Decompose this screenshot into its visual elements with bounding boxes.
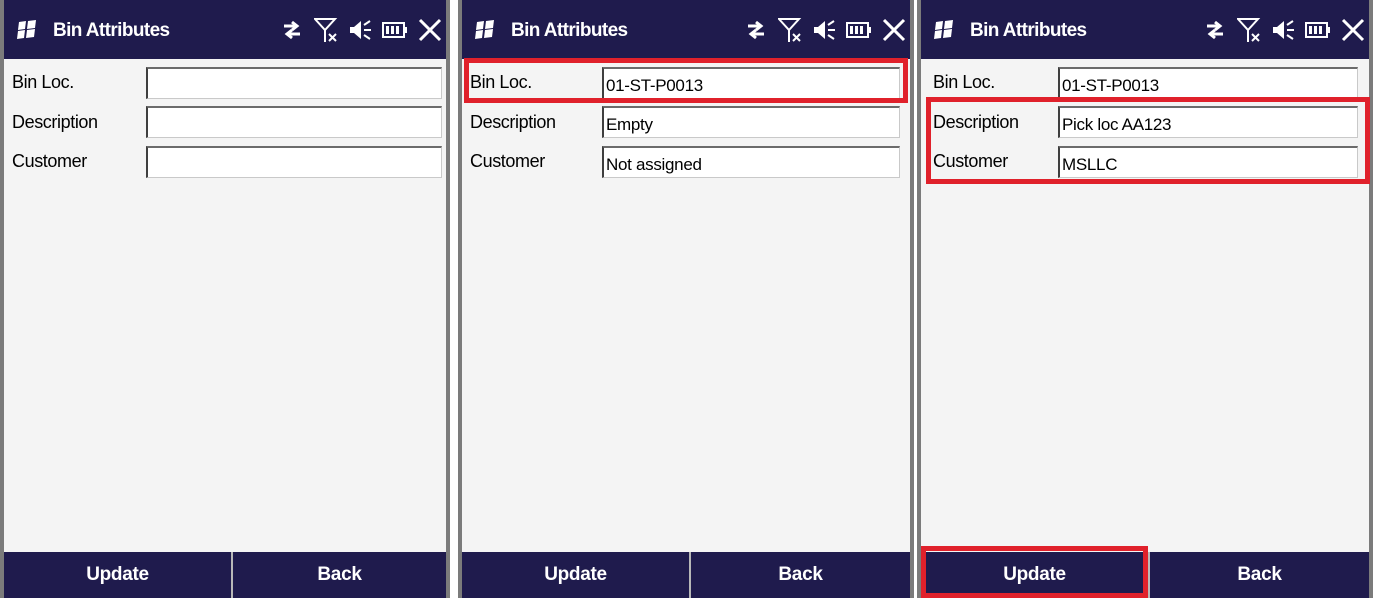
customer-label: Customer — [470, 151, 545, 171]
customer-label: Customer — [12, 151, 87, 171]
close-icon[interactable] — [882, 18, 906, 42]
customer-input[interactable] — [1058, 146, 1358, 178]
description-label: Description — [12, 112, 98, 132]
screen-1: Bin Attributes Bin Loc. Description Cust… — [0, 0, 450, 598]
page-title: Bin Attributes — [511, 20, 628, 41]
customer-label: Customer — [933, 151, 1008, 171]
signal-off-icon — [314, 18, 338, 42]
back-button[interactable]: Back — [233, 552, 446, 598]
update-button[interactable]: Update — [462, 552, 689, 598]
close-icon[interactable] — [418, 18, 442, 42]
page-title: Bin Attributes — [970, 20, 1087, 41]
softkey-bar: Update Back — [4, 552, 446, 598]
back-button[interactable]: Back — [1150, 552, 1369, 598]
windows-start-icon[interactable] — [16, 20, 38, 40]
title-bar: Bin Attributes — [4, 0, 446, 59]
windows-start-icon[interactable] — [933, 20, 955, 40]
title-bar: Bin Attributes — [462, 0, 910, 59]
sync-arrows-icon — [748, 20, 764, 40]
update-button[interactable]: Update — [4, 552, 231, 598]
battery-icon — [1305, 22, 1330, 38]
softkey-bar: Update Back — [921, 552, 1369, 598]
signal-off-icon — [1237, 18, 1261, 42]
bin-loc-label: Bin Loc. — [12, 72, 74, 92]
description-input[interactable] — [602, 106, 900, 138]
speaker-icon[interactable] — [348, 18, 372, 42]
softkey-bar: Update Back — [462, 552, 910, 598]
description-input[interactable] — [146, 106, 442, 138]
bin-loc-label: Bin Loc. — [933, 72, 995, 92]
screen-2: Bin Attributes Bin Loc. 01-ST-P0013 Desc… — [458, 0, 914, 598]
bin-loc-input[interactable] — [146, 67, 442, 99]
back-button[interactable]: Back — [691, 552, 910, 598]
bin-loc-label: Bin Loc. — [470, 72, 532, 92]
speaker-icon[interactable] — [812, 18, 836, 42]
signal-off-icon — [778, 18, 802, 42]
page-title: Bin Attributes — [53, 20, 170, 41]
speaker-icon[interactable] — [1271, 18, 1295, 42]
battery-icon — [382, 22, 407, 38]
bin-loc-input[interactable] — [602, 67, 900, 99]
battery-icon — [846, 22, 871, 38]
description-input[interactable] — [1058, 106, 1358, 138]
sync-arrows-icon — [1207, 20, 1223, 40]
description-label: Description — [470, 112, 556, 132]
customer-input[interactable] — [146, 146, 442, 178]
close-icon[interactable] — [1341, 18, 1365, 42]
customer-input[interactable] — [602, 146, 900, 178]
windows-start-icon[interactable] — [474, 20, 496, 40]
screen-3: Bin Attributes Bin Loc. 01-ST-P0013 Desc… — [917, 0, 1373, 598]
bin-loc-input[interactable] — [1058, 67, 1358, 99]
update-button[interactable]: Update — [921, 552, 1148, 598]
sync-arrows-icon — [284, 20, 300, 40]
title-bar: Bin Attributes — [921, 0, 1369, 59]
description-label: Description — [933, 112, 1019, 132]
